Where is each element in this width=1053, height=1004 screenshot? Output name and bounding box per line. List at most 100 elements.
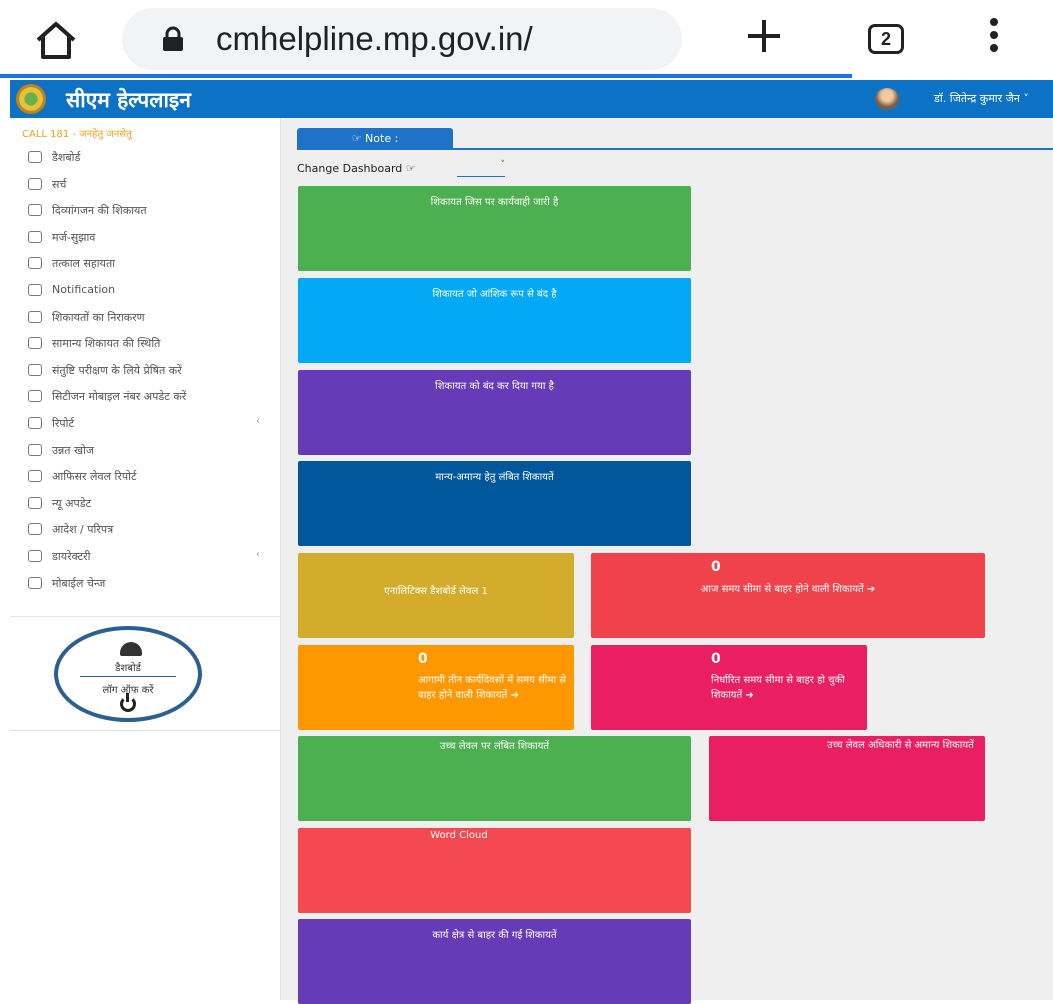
change-dashboard-label: Change Dashboard ☞	[297, 162, 416, 175]
sidebar-item[interactable]: मोबाईल चेन्ज	[26, 574, 276, 598]
dashboard-icon	[28, 151, 42, 163]
mobile-change-icon	[28, 576, 42, 589]
sidebar-item-label: डायरेक्टरी	[52, 550, 91, 563]
url-text: cmhelpline.mp.gov.in/	[216, 20, 533, 57]
sidebar-item-label: रिपोर्ट	[52, 417, 74, 430]
sidebar-item[interactable]: शिकायतों का निराकरण	[26, 308, 276, 332]
power-icon[interactable]	[120, 693, 136, 712]
card-title: उच्च लेवल अधिकारी से अमान्य शिकायतें	[827, 740, 974, 751]
sidebar-item[interactable]: रिपोर्ट ‹	[26, 414, 276, 438]
card-title: Word Cloud	[430, 830, 488, 841]
dashboard-card[interactable]: 0 निर्धारित समय सीमा से बाहर हो चुकी शिका…	[591, 645, 867, 730]
sidebar-item-label: न्यू अपडेट	[52, 496, 92, 510]
avatar[interactable]	[875, 88, 899, 110]
card-title: आज समय सीमा से बाहर होने वाली शिकायतें ➔	[700, 584, 876, 595]
sidebar-item-label: मोबाईल चेन्ज	[52, 576, 106, 590]
sidebar-item[interactable]: आफिसर लेवल रिपोर्ट	[26, 467, 276, 491]
new-tab-icon[interactable]	[742, 14, 786, 58]
sidebar-item-label: शिकायतों का निराकरण	[52, 310, 145, 324]
sidebar-item[interactable]: डैशबोर्ड	[26, 148, 276, 172]
page-load-progress	[0, 74, 852, 78]
sidebar-item-label: उन्नत खोज	[52, 443, 95, 457]
app-header: सीएम हेल्पलाइन डॉ. जितेन्द्र कुमार जैन ˅	[10, 80, 1053, 118]
dashboard-card[interactable]: एनालिटिक्स डैशबोर्ड लेवल 1	[298, 553, 574, 638]
sidebar-item[interactable]: तत्काल सहायता	[26, 254, 276, 278]
divider	[80, 676, 176, 677]
dashboard-select[interactable]: ˅	[457, 160, 505, 177]
sidebar-item[interactable]: डायरेक्टरी ‹	[26, 547, 276, 571]
tab-switcher-button[interactable]: 2	[868, 24, 904, 54]
divider	[10, 616, 280, 617]
dashboard-card[interactable]: Word Cloud	[298, 828, 691, 913]
sidebar-item[interactable]: Notification	[26, 281, 276, 305]
resolve-icon	[28, 310, 42, 323]
new-update-icon	[28, 496, 42, 509]
sidebar-item-label: दिव्यांगजन की शिकायत	[52, 204, 147, 218]
card-title: निर्धारित समय सीमा से बाहर हो चुकी शिकाय…	[711, 675, 845, 701]
note-tab[interactable]: ☞ Note :	[297, 128, 453, 150]
dashboard-card[interactable]: मान्य-अमान्य हेतु लंबित शिकायतें	[298, 461, 691, 546]
sidebar: CALL 181 - जनहेतु जनसेतु डैशबोर्ड सर्च दिव…	[10, 118, 281, 1000]
sidebar-item-label: सामान्य शिकायत की स्थिति	[52, 337, 161, 351]
card-count: 0	[711, 651, 721, 667]
sidebar-item-label: सिटीजन मोबाइल नंबर अपडेट करें	[52, 390, 187, 404]
card-title: शिकायत को बंद कर दिया गया है	[435, 381, 554, 392]
report-icon	[28, 417, 42, 429]
gauge-icon	[120, 642, 142, 656]
disabled-icon	[28, 204, 42, 217]
card-count: 0	[711, 559, 721, 575]
mobile-icon	[28, 390, 42, 403]
card-title: शिकायत जिस पर कार्यवाही जारी है	[430, 197, 559, 208]
call-line: CALL 181 - जनहेतु जनसेतु	[22, 129, 132, 140]
divider	[297, 148, 1053, 150]
dashboard-card[interactable]: 0 आज समय सीमा से बाहर होने वाली शिकायतें …	[591, 553, 985, 638]
card-title: उच्च लेवल पर लंबित शिकायतें	[439, 741, 550, 752]
sidebar-item[interactable]: सर्च	[26, 175, 276, 199]
card-count: 0	[418, 651, 428, 667]
sidebar-item-label: आदेश / परिपत्र	[52, 523, 114, 537]
card-title: कार्य क्षेत्र से बाहर की गई शिकायतें	[432, 930, 557, 941]
card-title: आगामी तीन कार्यदिवसों में समय सीमा से बा…	[418, 675, 567, 701]
main-content: ☞ Note : Change Dashboard ☞ ˅ शिकायत जिस…	[281, 118, 1053, 1004]
more-options-icon[interactable]	[984, 18, 1004, 58]
address-bar[interactable]: cmhelpline.mp.gov.in/	[122, 8, 682, 70]
sidebar-item-label: सर्च	[52, 177, 67, 191]
sidebar-item-label: Notification	[52, 283, 116, 296]
sidebar-item[interactable]: न्यू अपडेट	[26, 494, 276, 518]
sidebar-item-label: तत्काल सहायता	[52, 257, 116, 271]
chevron-icon[interactable]: ‹	[256, 416, 260, 427]
sidebar-item[interactable]: मर्ज-सुझाव	[26, 228, 276, 252]
sidebar-item-label: डैशबोर्ड	[52, 151, 81, 164]
dashboard-card[interactable]: उच्च लेवल पर लंबित शिकायतें	[298, 736, 691, 821]
card-title: मान्य-अमान्य हेतु लंबित शिकायतें	[435, 472, 554, 483]
dashboard-card[interactable]: कार्य क्षेत्र से बाहर की गई शिकायतें	[298, 919, 691, 1004]
dashboard-card[interactable]: शिकायत जो आंशिक रूप से बंद है	[298, 278, 691, 363]
dashboard-card[interactable]: उच्च लेवल अधिकारी से अमान्य शिकायतें	[709, 736, 985, 821]
sidebar-item[interactable]: सिटीजन मोबाइल नंबर अपडेट करें	[26, 387, 276, 411]
dashboard-card[interactable]: 0 आगामी तीन कार्यदिवसों में समय सीमा से ब…	[298, 645, 574, 730]
sidebar-item[interactable]: दिव्यांगजन की शिकायत	[26, 201, 276, 225]
chevron-icon[interactable]: ‹	[256, 549, 260, 560]
sidebar-item[interactable]: उन्नत खोज	[26, 441, 276, 465]
logout-widget[interactable]: डैशबोर्ड लॉग ऑफ करें	[54, 626, 202, 722]
order-icon	[28, 523, 42, 536]
card-title: एनालिटिक्स डैशबोर्ड लेवल 1	[384, 586, 488, 597]
officer-report-icon	[28, 470, 42, 483]
browser-toolbar: cmhelpline.mp.gov.in/ 2	[0, 0, 1053, 78]
dashboard-card[interactable]: शिकायत को बंद कर दिया गया है	[298, 370, 691, 455]
mp-emblem-logo	[16, 84, 46, 114]
dashboard-card[interactable]: शिकायत जिस पर कार्यवाही जारी है	[298, 186, 691, 271]
status-icon	[28, 337, 42, 350]
sidebar-item-label: आफिसर लेवल रिपोर्ट	[52, 470, 137, 484]
home-icon[interactable]	[34, 20, 78, 60]
send-icon	[28, 363, 42, 376]
merge-icon	[28, 230, 42, 243]
sidebar-item[interactable]: संतुष्टि परीक्षण के लिये प्रेषित करें	[26, 361, 276, 385]
sidebar-item[interactable]: सामान्य शिकायत की स्थिति	[26, 334, 276, 358]
advanced-search-icon	[28, 443, 42, 456]
user-menu[interactable]: डॉ. जितेन्द्र कुमार जैन ˅	[934, 91, 1029, 106]
sidebar-item[interactable]: आदेश / परिपत्र	[26, 520, 276, 544]
directory-icon	[28, 550, 42, 562]
help-icon	[28, 257, 42, 270]
dashboard-link[interactable]: डैशबोर्ड	[58, 660, 198, 674]
